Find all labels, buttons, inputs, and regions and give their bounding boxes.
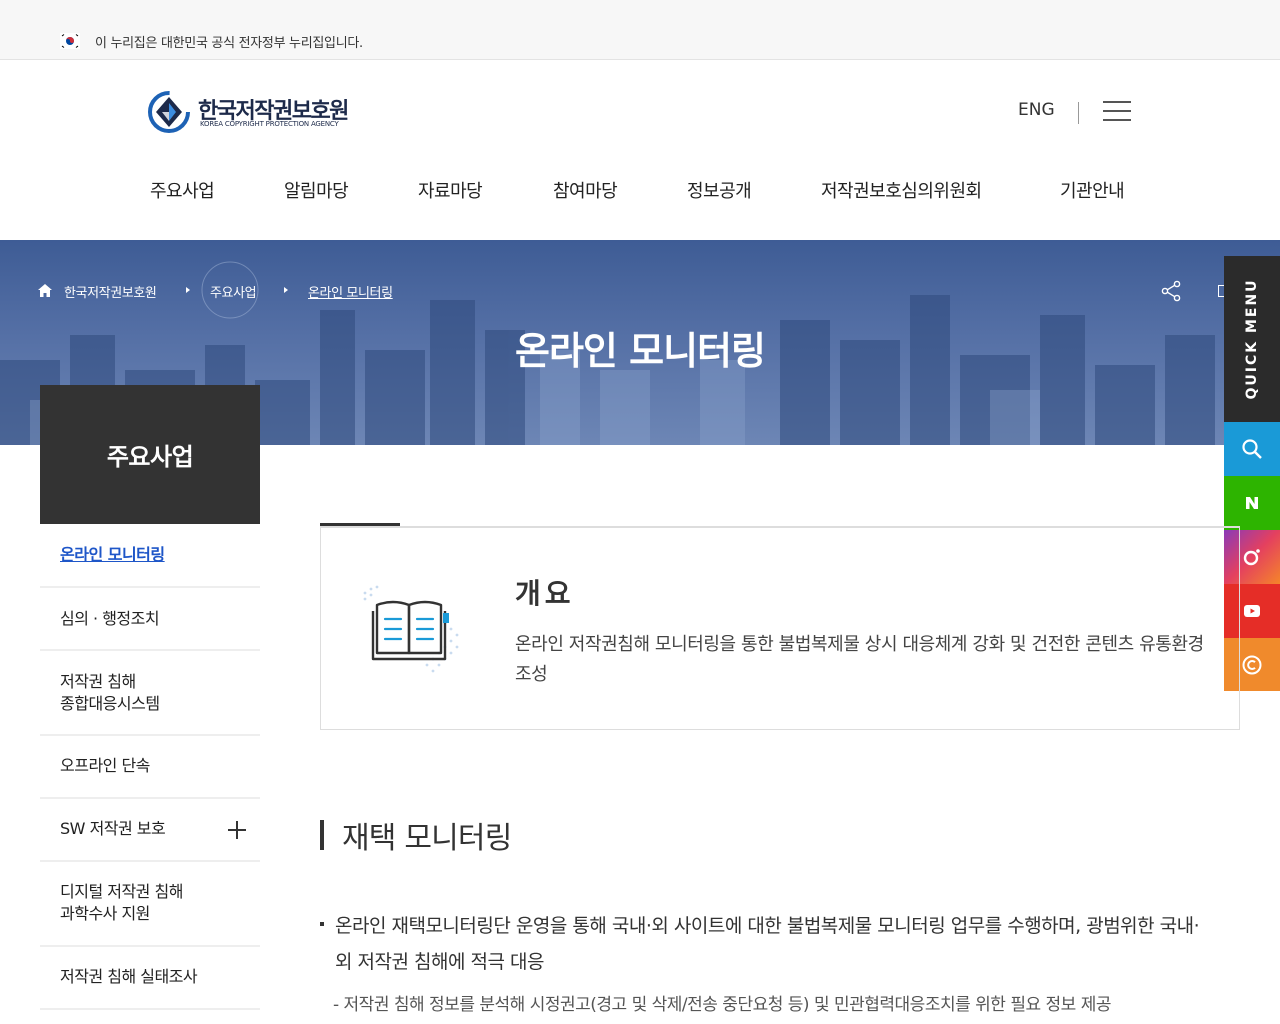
korean-flag-icon [60, 33, 80, 49]
expand-plus-icon[interactable] [228, 821, 246, 839]
section-sub-text: - 저작권 침해 정보를 분석해 시정권고(경고 및 삭제/전송 중단요청 등)… [333, 995, 1111, 1015]
side-nav-header: 주요사업 [40, 385, 260, 524]
side-nav-item-review[interactable]: 심의 · 행정조치 [40, 588, 260, 651]
side-nav-item-label: 오프라인 단속 [60, 756, 150, 775]
hamburger-menu-icon[interactable] [1103, 100, 1131, 122]
side-nav-item-label: 심의 · 행정조치 [60, 609, 160, 628]
side-nav-item-response-system[interactable]: 저작권 침해 종합대응시스템 [40, 651, 260, 736]
breadcrumb-separator-icon [284, 287, 288, 293]
side-nav-item-label: 저작권 침해 실태조사 [60, 967, 198, 986]
nav-item-disclosure[interactable]: 정보공개 [687, 177, 752, 203]
breadcrumb-separator-icon [186, 287, 190, 293]
english-link[interactable]: ENG [1018, 100, 1055, 120]
instagram-icon [1243, 549, 1260, 566]
nav-item-committee[interactable]: 저작권보호심의위원회 [821, 177, 982, 203]
side-nav-item-forensics[interactable]: 디지털 저작권 침해 과학수사 지원 [40, 862, 260, 947]
breadcrumb-level1[interactable]: 주요사업 [210, 282, 257, 301]
nav-item-about[interactable]: 기관안내 [1060, 177, 1125, 203]
side-nav-item-survey[interactable]: 저작권 침해 실태조사 [40, 947, 260, 1010]
page-title: 온라인 모니터링 [515, 329, 766, 373]
side-nav-title: 주요사업 [106, 443, 194, 471]
side-nav-item-label: 저작권 침해 종합대응시스템 [60, 672, 160, 713]
naver-icon [1246, 497, 1258, 509]
quick-naver-button[interactable] [1224, 476, 1280, 530]
side-nav-item-label: SW 저작권 보호 [60, 819, 166, 838]
side-nav-item-offline[interactable]: 오프라인 단속 [40, 736, 260, 799]
overview-box: 개요 온라인 저작권침해 모니터링을 통한 불법복제물 상시 대응체계 강화 및… [320, 526, 1240, 730]
nav-item-resources[interactable]: 자료마당 [418, 177, 483, 203]
home-icon[interactable] [38, 284, 52, 297]
overview-description: 온라인 저작권침해 모니터링을 통한 불법복제물 상시 대응체계 강화 및 건전… [515, 634, 1204, 685]
nav-item-main-business[interactable]: 주요사업 [150, 177, 215, 203]
site-header: 한국저작권보호원 KOREA COPYRIGHT PROTECTION AGEN… [0, 60, 1280, 240]
section-title-bar [320, 820, 324, 850]
breadcrumb-home[interactable]: 한국저작권보호원 [64, 282, 157, 301]
gov-banner: 이 누리집은 대한민국 공식 전자정부 누리집입니다. [0, 0, 1280, 60]
logo-mark-icon [148, 91, 190, 133]
site-logo[interactable]: 한국저작권보호원 KOREA COPYRIGHT PROTECTION AGEN… [148, 89, 358, 135]
logo-subtitle: KOREA COPYRIGHT PROTECTION AGENCY [200, 120, 339, 128]
overview-title: 개요 [515, 577, 575, 610]
nav-item-participation[interactable]: 참여마당 [553, 177, 618, 203]
section-title: 재택 모니터링 [342, 821, 512, 856]
book-icon [363, 585, 459, 673]
section-bullet-text: 온라인 재택모니터링단 운영을 통해 국내·외 사이트에 대한 불법복제물 모니… [335, 915, 1200, 973]
nav-item-notices[interactable]: 알림마당 [284, 177, 349, 203]
side-nav-item-label: 온라인 모니터링 [60, 545, 165, 564]
youtube-icon [1244, 605, 1260, 617]
side-nav-item-label: 디지털 저작권 침해 과학수사 지원 [60, 882, 183, 923]
header-divider [1078, 102, 1079, 124]
copyright-icon [1242, 655, 1262, 675]
search-icon [1242, 439, 1262, 459]
main-nav: 주요사업 알림마당 자료마당 참여마당 정보공개 저작권보호심의위원회 기관안내 [0, 177, 1280, 207]
quick-menu-label: QUICK MENU [1244, 278, 1260, 400]
share-icon[interactable] [1160, 280, 1182, 302]
quick-menu-header[interactable]: QUICK MENU [1224, 256, 1280, 422]
bullet-icon [320, 922, 324, 926]
side-nav-item-sw-copyright[interactable]: SW 저작권 보호 [40, 799, 260, 862]
gov-banner-text[interactable]: 이 누리집은 대한민국 공식 전자정부 누리집입니다. [95, 32, 363, 51]
side-nav-item-online-monitoring[interactable]: 온라인 모니터링 [40, 524, 260, 588]
breadcrumb-current[interactable]: 온라인 모니터링 [308, 282, 393, 301]
quick-search-button[interactable] [1224, 422, 1280, 476]
